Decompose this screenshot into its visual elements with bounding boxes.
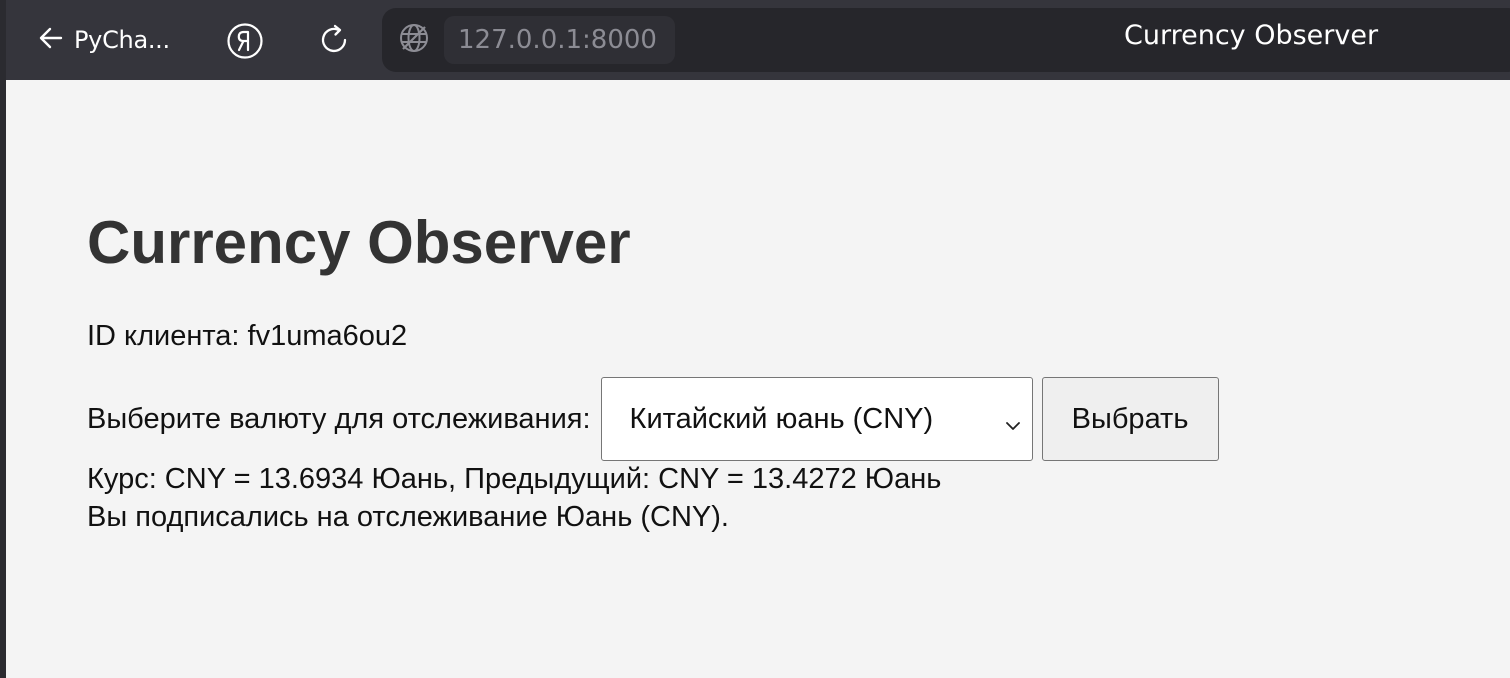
page-title: Currency Observer (87, 209, 631, 276)
url-text[interactable]: 127.0.0.1:8000 (444, 16, 675, 64)
subscription-text: Вы подписались на отслеживание Юань (CNY… (87, 501, 729, 533)
back-button-label: PyCha... (74, 26, 170, 54)
globe-icon (397, 21, 431, 60)
currency-select-value: Китайский юань (CNY) (629, 402, 934, 435)
client-id-text: ID клиента: fv1uma6ou2 (87, 320, 408, 352)
currency-select[interactable]: Китайский юань (CNY) (600, 377, 1033, 461)
reload-icon (315, 24, 355, 64)
chevron-down-icon (1004, 410, 1022, 430)
tab-title: Currency Observer (1124, 20, 1379, 51)
page-content: Currency Observer ID клиента: fv1uma6ou2… (6, 80, 1510, 678)
site-info-button[interactable] (392, 18, 436, 62)
choose-button[interactable]: Выбрать (1041, 377, 1219, 461)
reload-button[interactable] (315, 20, 355, 60)
back-button[interactable]: PyCha... (34, 22, 170, 58)
yandex-button[interactable] (226, 22, 264, 60)
currency-select-label: Выберите валюту для отслеживания: (87, 402, 591, 435)
yandex-logo-icon (226, 23, 264, 64)
currency-select-row: Выберите валюту для отслеживания: Китайс… (87, 377, 1219, 461)
browser-toolbar: PyCha... 127.0.0.1:8000 Currency Observe… (6, 0, 1510, 80)
browser-window: PyCha... 127.0.0.1:8000 Currency Observe… (6, 0, 1510, 678)
rate-text: Курс: CNY = 13.6934 Юань, Предыдущий: CN… (87, 463, 942, 495)
arrow-left-icon (34, 21, 68, 60)
